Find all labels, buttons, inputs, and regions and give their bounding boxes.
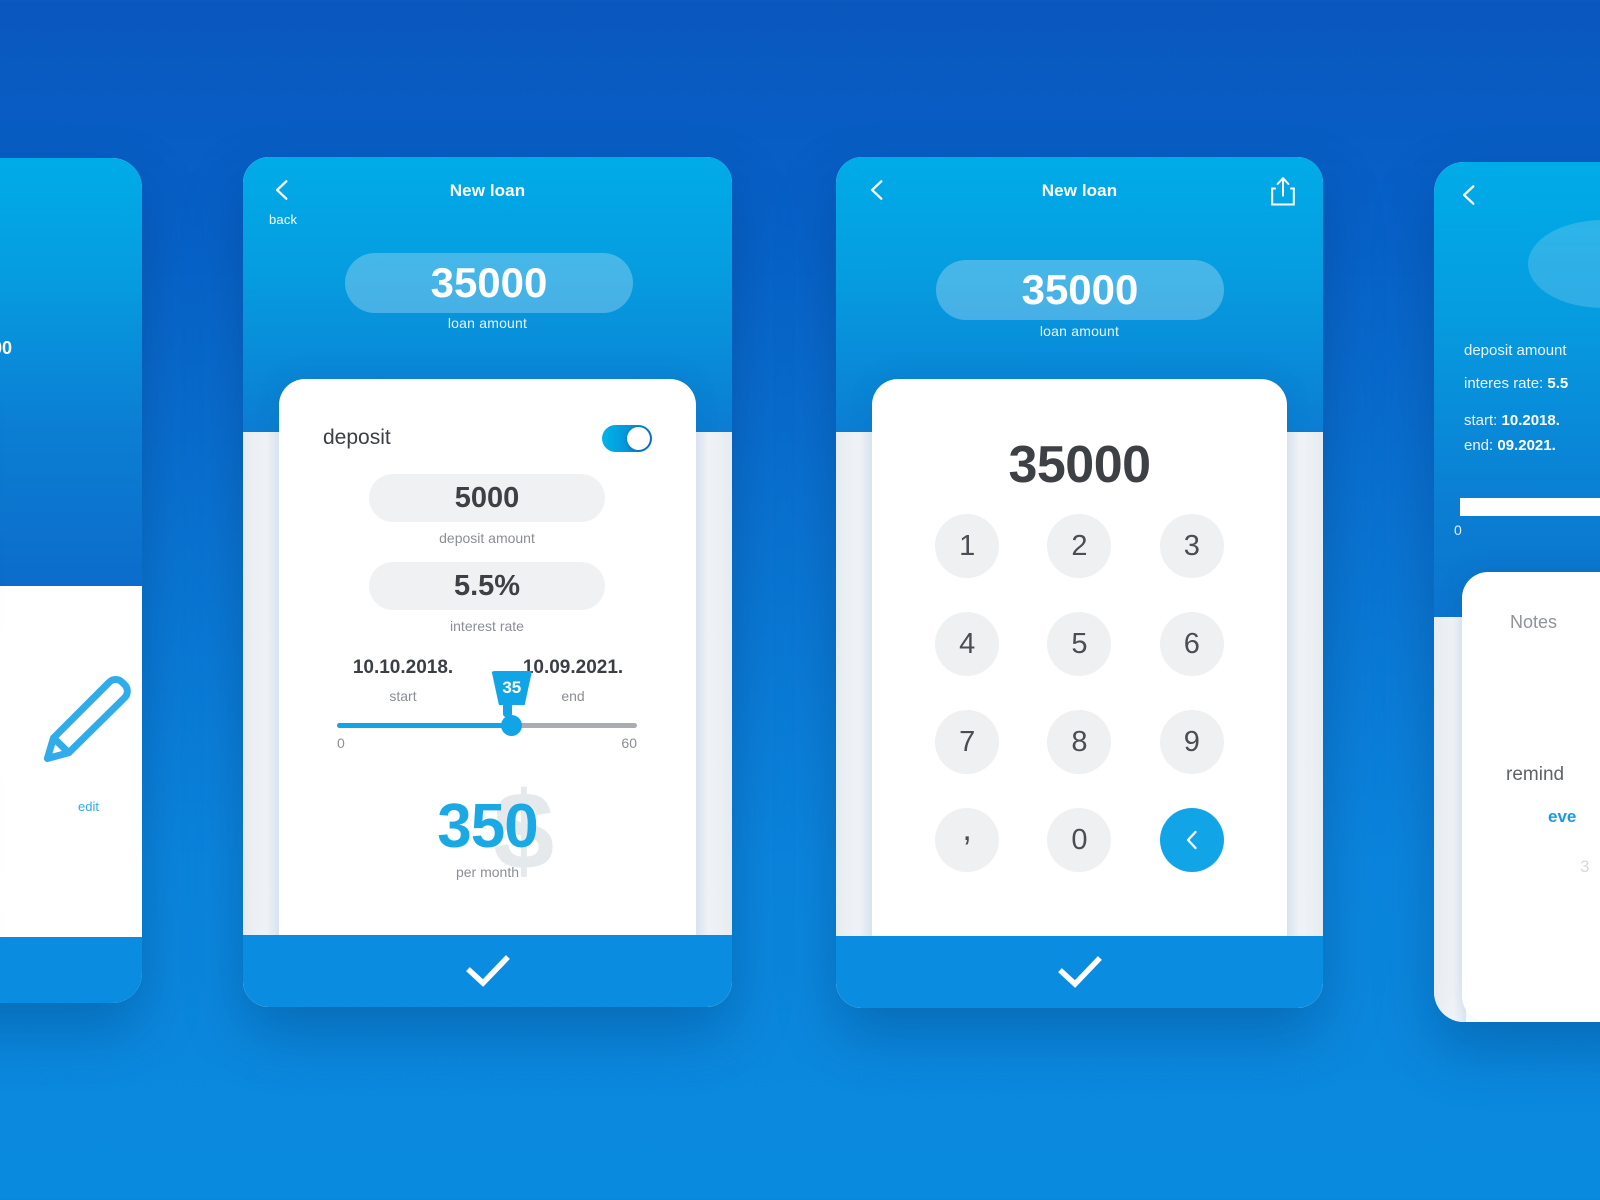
phone-left-header (0, 158, 142, 586)
check-icon (465, 955, 510, 987)
phone-screen-loan-list: 6500 20/35 Start delete edit (0, 158, 142, 1003)
page-title: New loan (1041, 181, 1118, 200)
progress-value-label: 6500 (0, 338, 13, 358)
edit-button[interactable]: edit (35, 652, 142, 814)
key-comma[interactable]: , (935, 808, 1000, 872)
chevron-left-icon[interactable] (1456, 182, 1482, 208)
trash-icon (0, 778, 1, 795)
confirm-button[interactable] (243, 935, 732, 1007)
start-date-caption: start (389, 688, 417, 704)
delete-label: delete (0, 799, 1, 814)
edit-label: edit (78, 798, 99, 814)
info-interest-rate-value: 5.5 (1547, 375, 1569, 392)
info-start: start: 10.2018. (1464, 412, 1560, 429)
sheet-rail-right (692, 432, 732, 1007)
form-sheet: deposit 5000 deposit amount 5.5% interes… (279, 379, 696, 1007)
row-actions: delete edit (0, 652, 142, 814)
info-start-value: 10.2018. (1501, 412, 1560, 429)
key-6[interactable]: 6 (1159, 612, 1224, 676)
key-7[interactable]: 7 (935, 710, 1000, 774)
share-icon[interactable] (1269, 175, 1297, 207)
sheet-rail-left (243, 432, 283, 1007)
term-slider[interactable]: 35 0 60 (337, 671, 637, 783)
loan-amount-display[interactable]: 35000 (345, 253, 633, 313)
phone-screen-amount-keypad: New loan 35000 loan amount 35000 1 2 3 4… (836, 157, 1323, 1008)
loan-amount-display[interactable]: 35000 (936, 260, 1224, 320)
key-4[interactable]: 4 (935, 612, 1000, 676)
nav-bar: back New loan (243, 157, 732, 229)
key-2[interactable]: 2 (1047, 514, 1112, 578)
keypad-sheet: 35000 1 2 3 4 5 6 7 8 9 , 0 (872, 379, 1287, 1008)
monthly-payment-value: 350 (437, 792, 538, 861)
interest-rate-caption: interest rate (450, 618, 524, 634)
sheet-rail-left (836, 432, 876, 1008)
info-interest-rate: interes rate: 5.5 (1464, 375, 1568, 392)
nav-bar: New loan (836, 157, 1323, 229)
start-date-value[interactable]: 10.10.2018. (317, 657, 489, 679)
info-start-label: start: (1464, 412, 1502, 429)
info-deposit-amount: deposit amount (1464, 342, 1567, 359)
key-1[interactable]: 1 (935, 514, 1000, 578)
phone-screen-new-loan-form: back New loan 35000 loan amount deposit … (243, 157, 732, 1007)
backspace-icon[interactable] (1159, 808, 1224, 872)
numeric-keypad: 1 2 3 4 5 6 7 8 9 , 0 (932, 514, 1227, 872)
reminder-count: 3 (1580, 857, 1590, 876)
deposit-amount-caption: deposit amount (439, 530, 535, 546)
slider-max-label: 60 (621, 735, 637, 751)
deposit-toggle[interactable] (602, 424, 652, 452)
page-title: New loan (449, 181, 526, 200)
loan-amount-caption: loan amount (447, 315, 528, 331)
interest-rate-field[interactable]: 5.5% (369, 562, 605, 610)
info-end: end: 09.2021. (1464, 437, 1556, 454)
detail-progress-min-label: 0 (1454, 522, 1462, 538)
key-5[interactable]: 5 (1047, 612, 1112, 676)
slider-knob[interactable] (501, 715, 523, 736)
remind-label: remind (1506, 764, 1565, 785)
toggle-knob (627, 426, 650, 450)
pencil-icon (35, 676, 142, 795)
notes-sheet: Notes remind eve 3 (1462, 572, 1600, 1022)
notes-title: Notes (1510, 612, 1558, 632)
deposit-amount-field[interactable]: 5000 (369, 474, 605, 522)
sheet-rail-right (1283, 432, 1323, 1008)
slider-fill (337, 723, 512, 728)
confirm-bar[interactable] (0, 937, 142, 1003)
slider-min-label: 0 (337, 735, 345, 751)
info-interest-rate-label: interes rate: (1464, 375, 1548, 392)
key-9[interactable]: 9 (1159, 710, 1224, 774)
confirm-button[interactable] (836, 936, 1323, 1008)
detail-progress-bar[interactable] (1460, 498, 1600, 516)
loan-amount-caption: loan amount (1039, 323, 1120, 339)
phone-screen-loan-detail: deposit amount interes rate: 5.5 start: … (1434, 162, 1600, 1022)
deposit-row: deposit (323, 423, 652, 453)
deposit-label: deposit (323, 426, 391, 449)
delete-button[interactable]: delete (0, 652, 1, 791)
check-icon (1057, 956, 1102, 988)
monthly-payment-caption: per month (455, 864, 520, 880)
key-8[interactable]: 8 (1047, 710, 1112, 774)
keypad-display-value: 35000 (1008, 436, 1151, 494)
key-3[interactable]: 3 (1159, 514, 1224, 578)
back-label[interactable]: back (269, 212, 297, 227)
info-end-label: end: (1464, 437, 1498, 454)
every-label[interactable]: eve (1548, 807, 1576, 827)
key-0[interactable]: 0 (1047, 808, 1112, 872)
info-end-value: 09.2021. (1497, 437, 1556, 454)
